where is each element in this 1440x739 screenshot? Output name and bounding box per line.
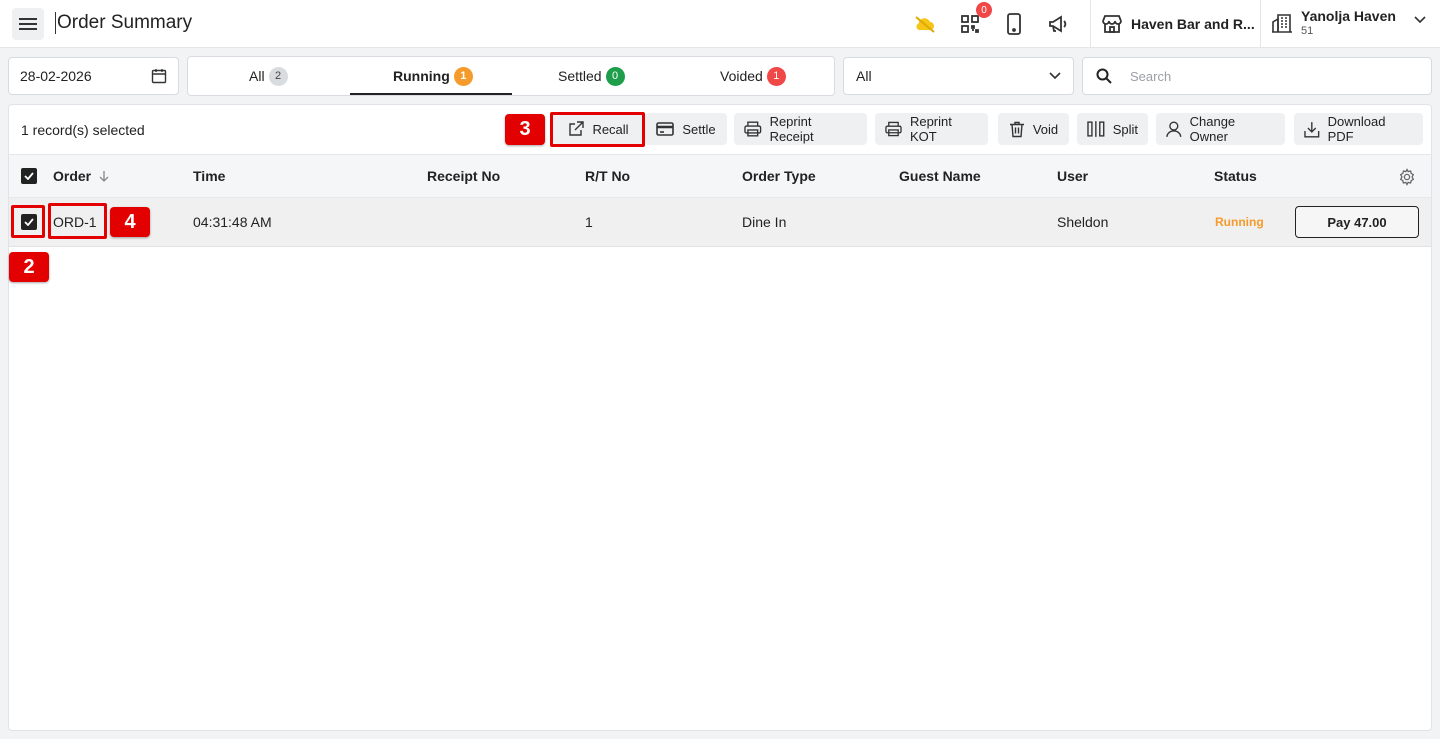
tab-count-badge: 1	[766, 66, 786, 86]
annotation-highlight-checkbox	[11, 205, 45, 238]
tab-label: Running	[393, 68, 450, 84]
column-header-status: Status	[1214, 168, 1257, 184]
settle-button[interactable]: Settle	[645, 113, 727, 145]
printer-icon	[744, 121, 762, 137]
store-icon	[1102, 15, 1122, 33]
annotation-highlight-recall	[550, 112, 645, 147]
search-input[interactable]	[1130, 68, 1410, 84]
cell-rt-no: 1	[585, 214, 593, 230]
download-icon	[1304, 121, 1320, 138]
download-pdf-button[interactable]: Download PDF	[1294, 113, 1423, 145]
card-icon	[656, 122, 675, 136]
annotation-marker: 2	[9, 252, 49, 282]
active-tab-indicator	[350, 93, 512, 95]
property-selector[interactable]: Yanolja Haven 51	[1271, 8, 1396, 38]
hamburger-menu-button[interactable]	[12, 8, 44, 40]
column-header-order[interactable]: Order	[53, 168, 109, 184]
order-status-tabs: All 2 Running 1 Settled 0 Voided 1	[187, 56, 835, 96]
gear-icon[interactable]	[1398, 168, 1416, 186]
split-button[interactable]: Split	[1077, 113, 1148, 145]
qr-code-icon	[961, 15, 979, 33]
button-label: Split	[1112, 121, 1138, 137]
tablet-icon	[1007, 13, 1021, 35]
button-label: Void	[1032, 121, 1059, 137]
column-header-time: Time	[193, 168, 226, 184]
cell-order-type: Dine In	[742, 214, 787, 230]
selection-count: 1 record(s) selected	[21, 122, 145, 138]
tab-label: All	[249, 68, 265, 84]
search-box	[1082, 57, 1432, 95]
status-badge: Running	[1215, 215, 1264, 229]
select-all-checkbox[interactable]	[21, 168, 37, 184]
megaphone-icon	[1049, 15, 1067, 33]
header-divider	[1260, 0, 1261, 48]
user-icon	[1166, 120, 1182, 137]
tab-voided[interactable]: Voided 1	[720, 57, 786, 95]
cell-time: 04:31:48 AM	[193, 214, 272, 230]
button-label: Reprint Receipt	[769, 114, 814, 144]
column-header-guest-name: Guest Name	[899, 168, 981, 184]
button-label: Reprint KOT	[909, 114, 952, 144]
reprint-kot-button[interactable]: Reprint KOT	[875, 113, 988, 145]
column-header-rt-no: R/T No	[585, 168, 631, 184]
column-header-receipt-no: Receipt No	[427, 168, 501, 184]
select-value: All	[856, 68, 872, 84]
search-icon	[1096, 68, 1112, 84]
header-divider	[1090, 0, 1091, 48]
app-header: Order Summary 0 Haven Bar and R... Yanol…	[0, 0, 1440, 48]
annotation-marker: 4	[110, 207, 150, 237]
chevron-down-icon[interactable]	[1414, 16, 1426, 24]
change-owner-button[interactable]: Change Owner	[1156, 113, 1285, 145]
split-icon	[1087, 121, 1105, 137]
checkmark-icon	[24, 172, 34, 180]
order-type-select[interactable]: All	[843, 57, 1074, 95]
orders-panel: 1 record(s) selected Recall Settle Repri…	[8, 104, 1432, 731]
trash-icon	[1009, 121, 1024, 137]
button-label: Settle	[682, 121, 716, 137]
void-button[interactable]: Void	[998, 113, 1069, 145]
page-title: Order Summary	[55, 12, 193, 34]
printer-icon	[885, 121, 902, 137]
tab-all[interactable]: All 2	[249, 57, 288, 95]
column-header-order-type: Order Type	[742, 168, 816, 184]
menu-icon	[19, 18, 37, 30]
button-label: Download PDF	[1327, 114, 1386, 144]
announcements-button[interactable]	[1046, 12, 1070, 36]
qr-notification-badge: 0	[976, 2, 992, 18]
tab-count-badge: 1	[453, 66, 473, 86]
table-header: Order Time Receipt No R/T No Order Type …	[9, 154, 1431, 198]
building-icon	[1272, 14, 1292, 33]
reprint-receipt-button[interactable]: Reprint Receipt	[734, 113, 867, 145]
annotation-marker: 3	[505, 114, 545, 145]
tab-label: Settled	[558, 68, 602, 84]
property-name: Yanolja Haven	[1301, 8, 1396, 24]
tab-settled[interactable]: Settled 0	[558, 57, 625, 95]
offline-cloud-button[interactable]	[913, 12, 937, 36]
venue-selector[interactable]: Haven Bar and R...	[1101, 11, 1255, 37]
chevron-down-icon	[1049, 72, 1061, 80]
cell-user: Sheldon	[1057, 214, 1109, 230]
calendar-icon	[151, 69, 167, 84]
device-button[interactable]	[1002, 12, 1026, 36]
property-sub: 51	[1301, 25, 1314, 37]
tab-label: Voided	[720, 68, 763, 84]
column-label: Order	[53, 168, 92, 184]
tab-count-badge: 0	[605, 66, 625, 86]
cloud-off-icon	[915, 16, 935, 33]
sort-arrow-down-icon	[99, 171, 109, 182]
date-picker[interactable]: 28-02-2026	[8, 57, 179, 95]
venue-name: Haven Bar and R...	[1131, 16, 1255, 32]
tab-count-badge: 2	[268, 66, 288, 86]
table-row[interactable]: ORD-1 04:31:48 AM 1 Dine In Sheldon Runn…	[9, 198, 1431, 247]
column-header-user: User	[1057, 168, 1089, 184]
button-label: Change Owner	[1189, 114, 1236, 144]
date-value: 28-02-2026	[20, 68, 92, 84]
pay-button[interactable]: Pay 47.00	[1295, 206, 1419, 238]
annotation-highlight-order	[48, 203, 107, 239]
tab-running[interactable]: Running 1	[393, 57, 473, 95]
